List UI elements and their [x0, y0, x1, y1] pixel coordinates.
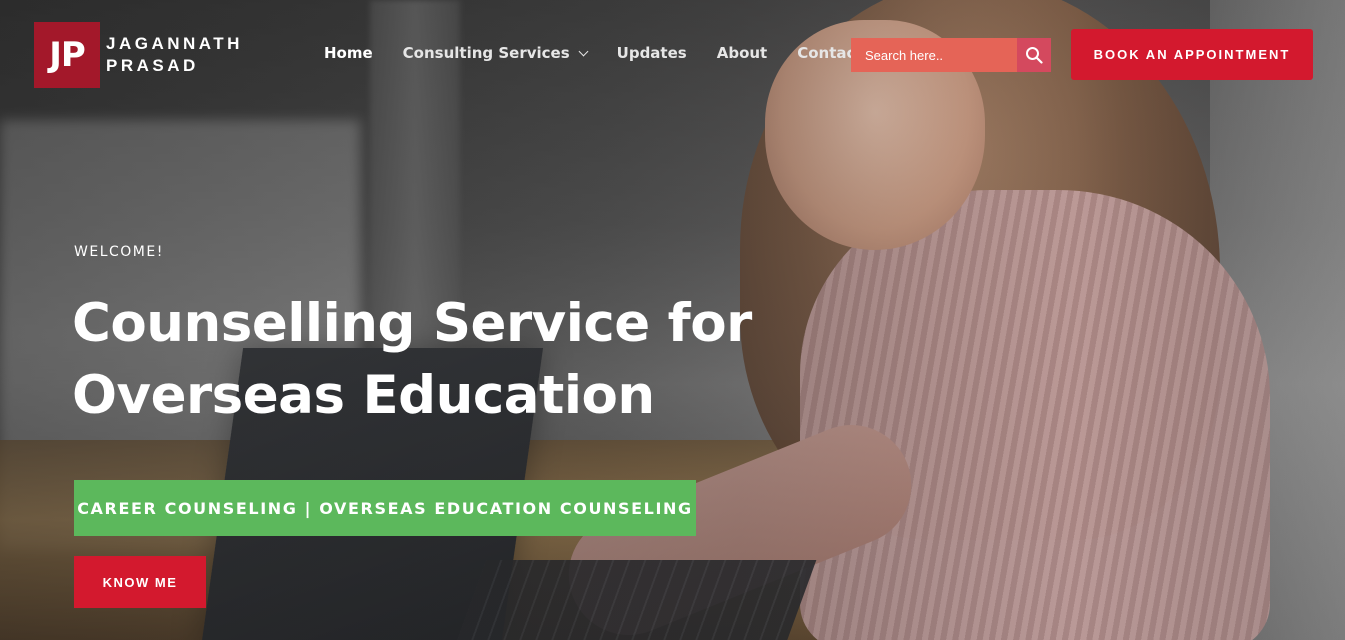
- search-icon: [1026, 47, 1043, 64]
- services-tagline: CAREER COUNSELING | OVERSEAS EDUCATION C…: [74, 480, 696, 536]
- hero-title-line-1: Counselling Service for: [72, 293, 752, 354]
- nav-item-label: About: [716, 44, 768, 62]
- search-button[interactable]: [1017, 38, 1051, 72]
- welcome-label: WELCOME!: [74, 244, 164, 260]
- nav-item-label: Home: [324, 44, 373, 62]
- know-me-button[interactable]: KNOW ME: [74, 556, 206, 608]
- site-logo[interactable]: JP JAGANNATH PRASAD: [34, 22, 243, 88]
- search-bar: [851, 38, 1051, 72]
- hero-title-line-2: Overseas Education: [72, 365, 655, 426]
- nav-item-about[interactable]: About: [717, 44, 768, 62]
- book-appointment-button[interactable]: BOOK AN APPOINTMENT: [1071, 29, 1313, 80]
- nav-item-label: Consulting Services: [402, 44, 570, 62]
- main-nav: Home Consulting Services Updates About C…: [324, 44, 893, 62]
- site-header: JP JAGANNATH PRASAD Home Consulting Serv…: [0, 0, 1345, 110]
- nav-item-consulting-services[interactable]: Consulting Services: [402, 44, 589, 62]
- chevron-down-icon: [578, 46, 589, 56]
- search-input[interactable]: [851, 38, 1017, 72]
- nav-item-home[interactable]: Home: [324, 44, 373, 62]
- nav-item-label: Updates: [616, 44, 687, 62]
- logo-text: JAGANNATH PRASAD: [106, 33, 243, 77]
- logo-line-2: PRASAD: [106, 56, 199, 75]
- nav-item-updates[interactable]: Updates: [617, 44, 687, 62]
- hero-title: Counselling Service for Overseas Educati…: [72, 288, 832, 432]
- logo-mark: JP: [34, 22, 100, 88]
- logo-line-1: JAGANNATH: [106, 34, 243, 53]
